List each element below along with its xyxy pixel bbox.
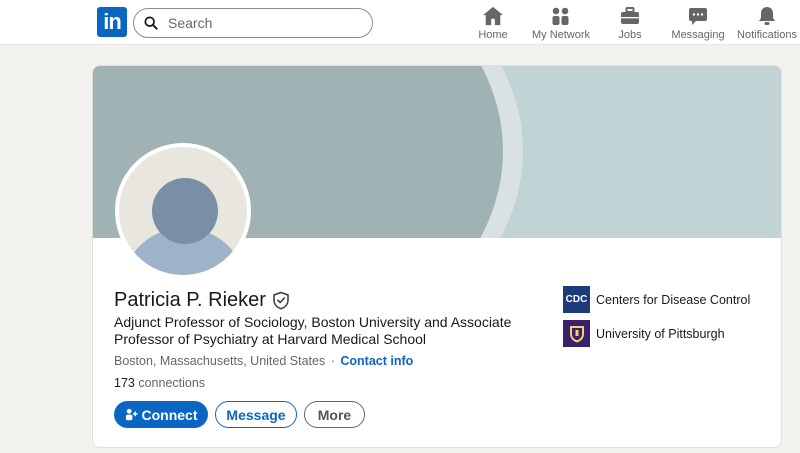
profile-card: Patricia P. Rieker Adjunct Professor of … (92, 65, 782, 448)
nav-item-label: Notifications (737, 29, 797, 41)
nav-item-home[interactable]: Home (475, 0, 511, 45)
nav-item-my-network[interactable]: My Network (531, 0, 591, 45)
more-button[interactable]: More (304, 401, 365, 428)
profile-location-row: Boston, Massachusetts, United States · C… (114, 354, 413, 368)
connect-button[interactable]: Connect (114, 401, 208, 428)
nav-item-jobs[interactable]: Jobs (612, 0, 648, 45)
nav-item-messaging[interactable]: Messaging (671, 0, 725, 45)
profile-name-row: Patricia P. Rieker (114, 289, 290, 312)
search-box[interactable] (133, 8, 373, 38)
profile-name: Patricia P. Rieker (114, 289, 266, 311)
linkedin-logo[interactable]: in (97, 7, 127, 37)
nav-item-label: Home (478, 29, 508, 41)
home-icon (481, 4, 505, 28)
message-button-label: Message (226, 406, 286, 423)
connections-label: connections (138, 376, 206, 390)
nav-item-label: My Network (531, 29, 591, 41)
connections-count: 173 (114, 376, 135, 390)
nav-item-label: Jobs (618, 29, 642, 41)
briefcase-icon (618, 4, 642, 28)
nav-item-label: Messaging (671, 29, 725, 41)
search-icon (144, 16, 158, 30)
contact-info-link[interactable]: Contact info (340, 354, 413, 368)
cdc-logo: CDC (563, 286, 590, 313)
profile-avatar[interactable] (115, 143, 251, 279)
people-icon (549, 4, 573, 28)
connect-button-label: Connect (141, 406, 198, 423)
profile-location: Boston, Massachusetts, United States (114, 354, 326, 368)
nav-item-notifications[interactable]: Notifications (737, 0, 797, 45)
message-icon (686, 4, 710, 28)
organization-pittsburgh[interactable]: University of Pittsburgh (563, 320, 725, 347)
organization-cdc[interactable]: CDC Centers for Disease Control (563, 286, 750, 313)
top-navigation-bar: in Home My Network (0, 0, 800, 45)
pitt-seal-logo (563, 320, 590, 347)
profile-headline: Adjunct Professor of Sociology, Boston U… (114, 314, 512, 347)
bell-icon (755, 4, 779, 28)
separator-dot: · (330, 354, 335, 368)
add-person-icon (125, 408, 138, 421)
search-input[interactable] (168, 13, 363, 33)
more-button-label: More (317, 406, 352, 423)
organization-name: University of Pittsburgh (596, 326, 725, 341)
message-button[interactable]: Message (215, 401, 297, 428)
verified-shield-icon[interactable] (272, 291, 290, 310)
organization-name: Centers for Disease Control (596, 292, 751, 307)
connections-count-row[interactable]: 173 connections (114, 376, 205, 390)
